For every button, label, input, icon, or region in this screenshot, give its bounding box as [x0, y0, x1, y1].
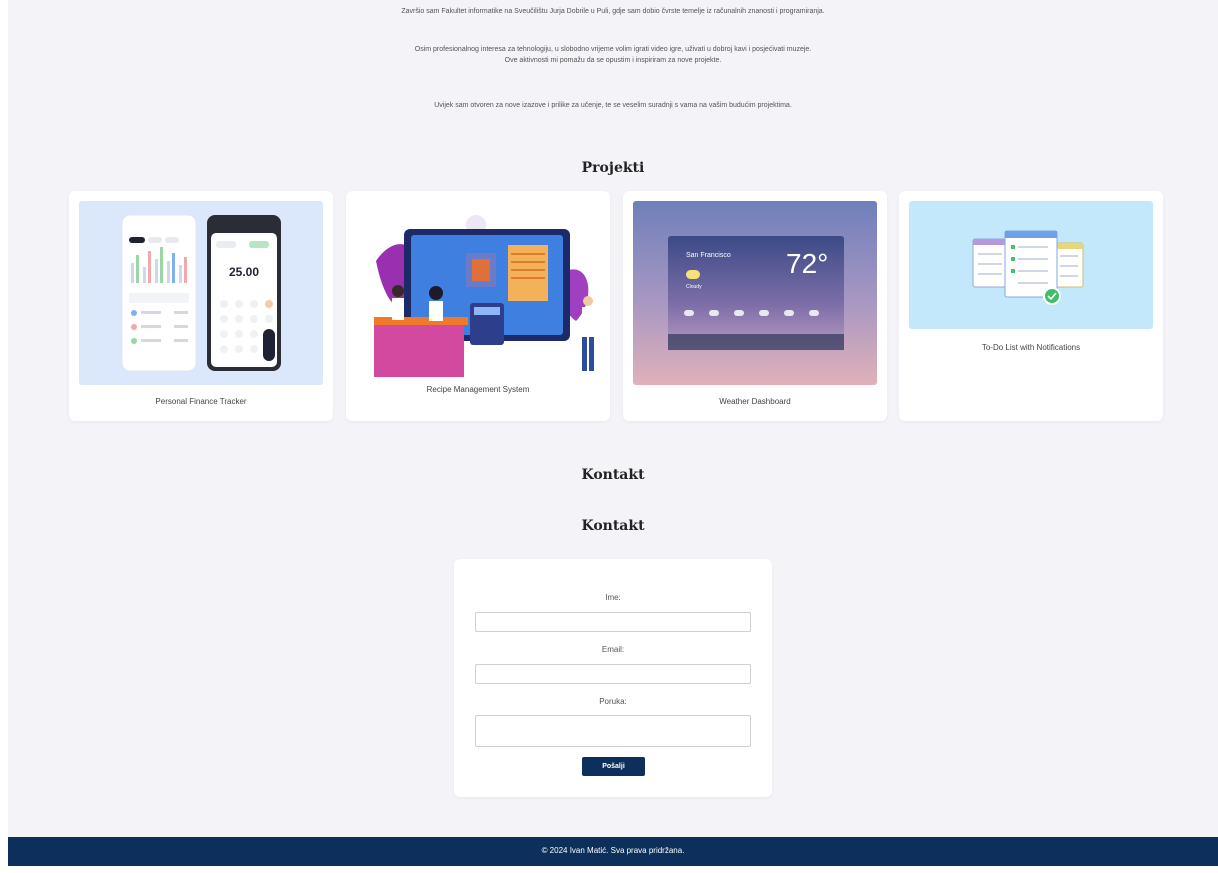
- about-text: Uvijek sam otvoren za nove izazove i pri…: [434, 102, 792, 109]
- email-label: Email:: [601, 645, 625, 654]
- cloud-icon: [734, 310, 744, 316]
- project-card-recipe-system[interactable]: Recipe Management System: [346, 191, 610, 421]
- cloud-icon: [784, 310, 794, 316]
- contact-heading: Kontakt: [581, 467, 645, 483]
- about-section: Završio sam Fakultet informatike na Sveu…: [8, 6, 1218, 17]
- city-skyline: [668, 334, 844, 350]
- message-label: Poruka:: [599, 697, 627, 706]
- project-title: To-Do List with Notifications: [981, 343, 1081, 352]
- finance-amount: 25.00: [228, 265, 260, 279]
- project-card-weather-dashboard[interactable]: San Francisco 72° Cloudy Weather Dashboa…: [623, 191, 887, 421]
- about-section: Uvijek sam otvoren za nove izazove i pri…: [8, 100, 1218, 111]
- cloud-icon: [686, 270, 700, 279]
- footer-copyright: © 2024 Ivan Matić. Sva prava pridržana.: [541, 846, 685, 855]
- finance-tracker-image: 25.00: [79, 201, 323, 385]
- cloud-icon: [684, 310, 694, 316]
- project-title: Weather Dashboard: [719, 397, 791, 406]
- name-field[interactable]: [475, 612, 751, 632]
- about-text: Ove aktivnosti mi pomažu da se opustim i…: [504, 57, 722, 64]
- project-title: Personal Finance Tracker: [155, 397, 247, 406]
- contact-form-heading: Kontakt: [581, 518, 645, 534]
- projects-heading: Projekti: [581, 160, 645, 176]
- footer: © 2024 Ivan Matić. Sva prava pridržana.: [8, 837, 1218, 866]
- project-card-todo-list[interactable]: To-Do List with Notifications: [899, 191, 1163, 421]
- about-text: Završio sam Fakultet informatike na Sveu…: [401, 8, 825, 15]
- weather-city: San Francisco: [686, 252, 731, 259]
- name-label: Ime:: [605, 593, 621, 602]
- project-card-finance-tracker[interactable]: 25.00 Personal Finance Tracker: [69, 191, 333, 421]
- forecast-row: [682, 310, 832, 322]
- email-field[interactable]: [475, 664, 751, 684]
- recipe-system-image: [356, 201, 600, 385]
- about-section: Osim profesionalnog interesa za tehnolog…: [8, 44, 1218, 66]
- cloud-icon: [759, 310, 769, 316]
- cloud-icon: [809, 310, 819, 316]
- weather-condition: Cloudy: [686, 284, 702, 290]
- weather-temperature: 72°: [786, 248, 829, 279]
- project-title: Recipe Management System: [426, 385, 530, 394]
- submit-button[interactable]: Pošalji: [582, 757, 645, 776]
- message-field[interactable]: [475, 715, 751, 747]
- cloud-icon: [709, 310, 719, 316]
- contact-form: Ime: Email: Poruka: Pošalji: [454, 559, 772, 797]
- page: Završio sam Fakultet informatike na Sveu…: [8, 0, 1218, 866]
- about-text: Osim profesionalnog interesa za tehnolog…: [414, 46, 812, 53]
- weather-widget: San Francisco 72° Cloudy: [668, 236, 844, 350]
- todo-list-image: [909, 201, 1153, 329]
- weather-dashboard-image: San Francisco 72° Cloudy: [633, 201, 877, 385]
